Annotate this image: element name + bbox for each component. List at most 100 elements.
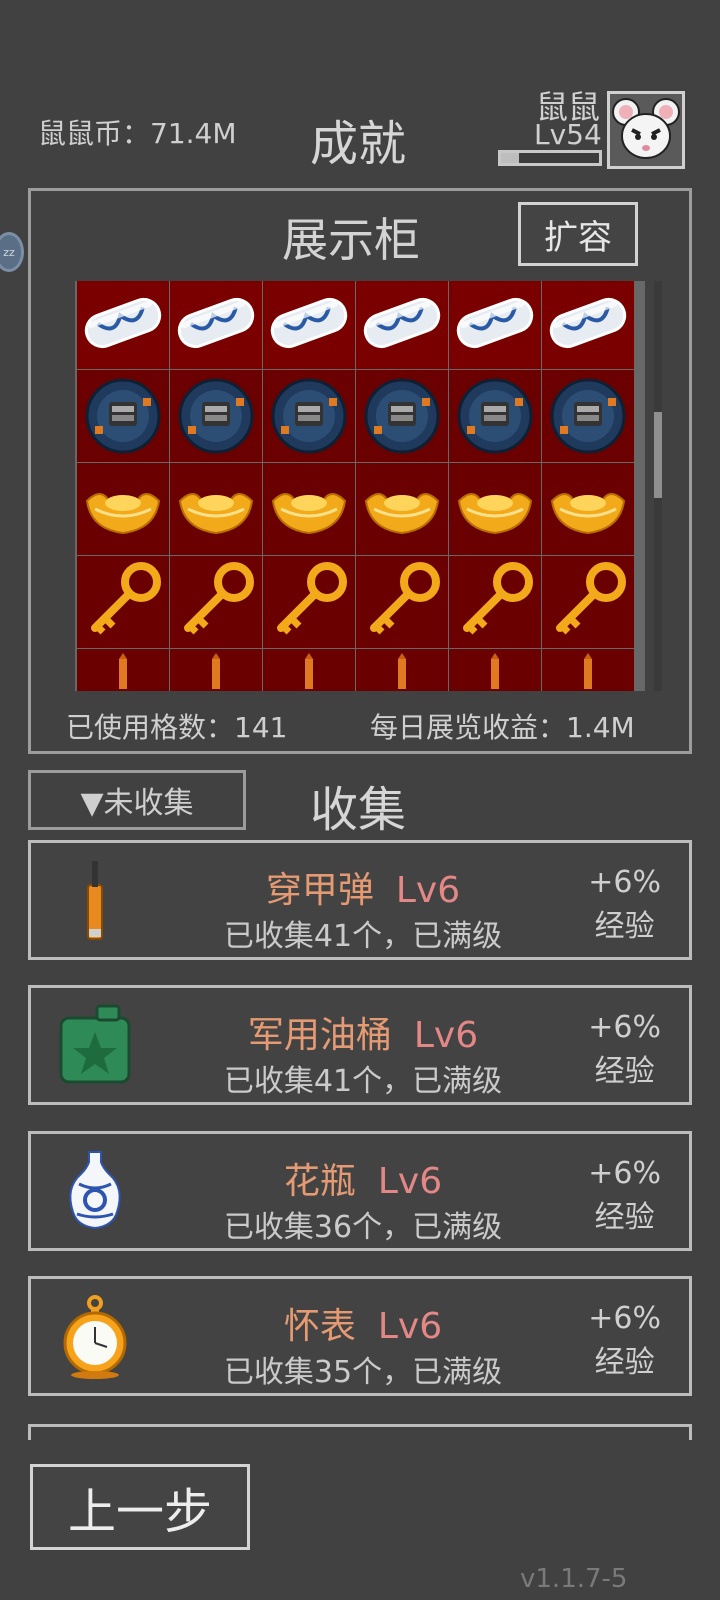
display-cell-bullet[interactable] — [263, 649, 355, 691]
display-cell-capsule[interactable] — [77, 281, 169, 369]
gold-ingot-icon — [457, 493, 533, 535]
collection-card[interactable]: 花瓶 Lv6 已收集36个，已满级 +6% 经验 — [28, 1131, 692, 1251]
display-cell-gold-ingot[interactable] — [356, 463, 448, 555]
display-cell-gold-ingot[interactable] — [542, 463, 634, 555]
gold-key-icon — [370, 562, 440, 635]
collection-item-name: 花瓶 — [283, 1161, 356, 1202]
back-button[interactable]: 上一步 — [30, 1464, 250, 1550]
daily-exhibit-income: 每日展览收益：1.4M — [370, 711, 635, 744]
gold-ingot-icon — [364, 493, 440, 535]
display-cell-bullet[interactable] — [77, 649, 169, 691]
capsule-icon — [549, 297, 627, 349]
display-cell-gold-ingot[interactable] — [77, 463, 169, 555]
gold-key-icon — [184, 562, 254, 635]
bonus-type: 经验 — [594, 1200, 655, 1235]
bonus-type: 经验 — [594, 1054, 655, 1089]
version-label: v1.1.7-5 — [520, 1564, 628, 1594]
display-cell-watch[interactable] — [170, 370, 262, 462]
uncollected-filter-button[interactable]: ▼未收集 — [28, 770, 246, 830]
cabinet-title: 展示柜 — [282, 213, 420, 267]
capsule-icon — [177, 297, 255, 349]
watch-icon — [550, 378, 626, 454]
collection-card[interactable]: 穿甲弹 Lv6 已收集41个，已满级 +6% 经验 — [28, 840, 692, 960]
bullet-icon — [212, 653, 220, 689]
collection-item-level: Lv6 — [413, 1015, 479, 1056]
player-level: Lv54 — [534, 118, 602, 151]
bullet-icon — [398, 653, 406, 689]
grid-scroll-thumb[interactable] — [654, 412, 662, 498]
capsule-icon — [363, 297, 441, 349]
watch-icon — [178, 378, 254, 454]
used-cells-count: 已使用格数：141 — [66, 711, 288, 744]
collection-item-name: 怀表 — [283, 1306, 356, 1347]
capsule-icon — [456, 297, 534, 349]
collection-item-name: 军用油桶 — [247, 1015, 392, 1056]
page-title: 成就 — [310, 116, 407, 172]
mouse-avatar-icon — [612, 98, 680, 159]
bonus-value: +6% — [588, 1301, 661, 1336]
display-cell-gold-key[interactable] — [263, 556, 355, 648]
display-cell-watch[interactable] — [77, 370, 169, 462]
bonus-type: 经验 — [594, 1345, 655, 1380]
watch-icon — [457, 378, 533, 454]
watch-icon — [271, 378, 347, 454]
bonus-value: +6% — [588, 865, 661, 900]
bonus-value: +6% — [588, 1156, 661, 1191]
xp-progress-bar — [498, 150, 602, 166]
collection-item-level: Lv6 — [395, 870, 461, 911]
xp-progress-fill — [501, 153, 519, 163]
collection-card[interactable]: 怀表 Lv6 已收集35个，已满级 +6% 经验 — [28, 1276, 692, 1396]
display-grid[interactable] — [75, 281, 645, 691]
gold-ingot-icon — [550, 493, 626, 535]
collection-card[interactable]: 军用油桶 Lv6 已收集41个，已满级 +6% 经验 — [28, 985, 692, 1105]
display-cell-watch[interactable] — [263, 370, 355, 462]
watch-icon — [364, 378, 440, 454]
display-cell-bullet[interactable] — [356, 649, 448, 691]
display-cell-bullet[interactable] — [449, 649, 541, 691]
bullet-icon — [305, 653, 313, 689]
coin-balance: 鼠鼠币：71.4M — [38, 117, 237, 150]
display-cell-watch[interactable] — [542, 370, 634, 462]
display-cell-gold-key[interactable] — [356, 556, 448, 648]
collection-item-name: 穿甲弹 — [265, 870, 374, 911]
collection-item-bonus: +6% 经验 — [588, 1297, 661, 1385]
display-cell-capsule[interactable] — [170, 281, 262, 369]
display-cell-bullet[interactable] — [170, 649, 262, 691]
watch-icon — [85, 378, 161, 454]
display-cell-gold-ingot[interactable] — [263, 463, 355, 555]
display-cell-capsule[interactable] — [356, 281, 448, 369]
collection-item-bonus: +6% 经验 — [588, 1006, 661, 1094]
display-cell-watch[interactable] — [356, 370, 448, 462]
bullet-icon — [584, 653, 592, 689]
display-cell-gold-key[interactable] — [542, 556, 634, 648]
gold-ingot-icon — [271, 493, 347, 535]
gold-key-icon — [556, 562, 626, 635]
gold-key-icon — [463, 562, 533, 635]
bullet-icon — [491, 653, 499, 689]
collection-title: 收集 — [310, 782, 407, 838]
gold-key-icon — [277, 562, 347, 635]
collection-item-bonus: +6% 经验 — [588, 1152, 661, 1240]
display-cell-capsule[interactable] — [263, 281, 355, 369]
display-cell-gold-ingot[interactable] — [449, 463, 541, 555]
gold-ingot-icon — [85, 493, 161, 535]
display-cell-capsule[interactable] — [449, 281, 541, 369]
display-cell-gold-key[interactable] — [170, 556, 262, 648]
expand-button[interactable]: 扩容 — [518, 202, 638, 266]
display-cell-gold-key[interactable] — [449, 556, 541, 648]
gold-ingot-icon — [178, 493, 254, 535]
gold-key-icon — [91, 562, 161, 635]
display-cell-gold-ingot[interactable] — [170, 463, 262, 555]
display-cell-watch[interactable] — [449, 370, 541, 462]
avatar[interactable] — [607, 91, 685, 169]
bonus-value: +6% — [588, 1010, 661, 1045]
side-tab[interactable]: zz — [0, 232, 24, 272]
collection-item-level: Lv6 — [377, 1161, 443, 1202]
collection-item-bonus: +6% 经验 — [588, 861, 661, 949]
bonus-type: 经验 — [594, 909, 655, 944]
capsule-icon — [270, 297, 348, 349]
display-cell-bullet[interactable] — [542, 649, 634, 691]
collection-item-level: Lv6 — [377, 1306, 443, 1347]
display-cell-capsule[interactable] — [542, 281, 634, 369]
display-cell-gold-key[interactable] — [77, 556, 169, 648]
